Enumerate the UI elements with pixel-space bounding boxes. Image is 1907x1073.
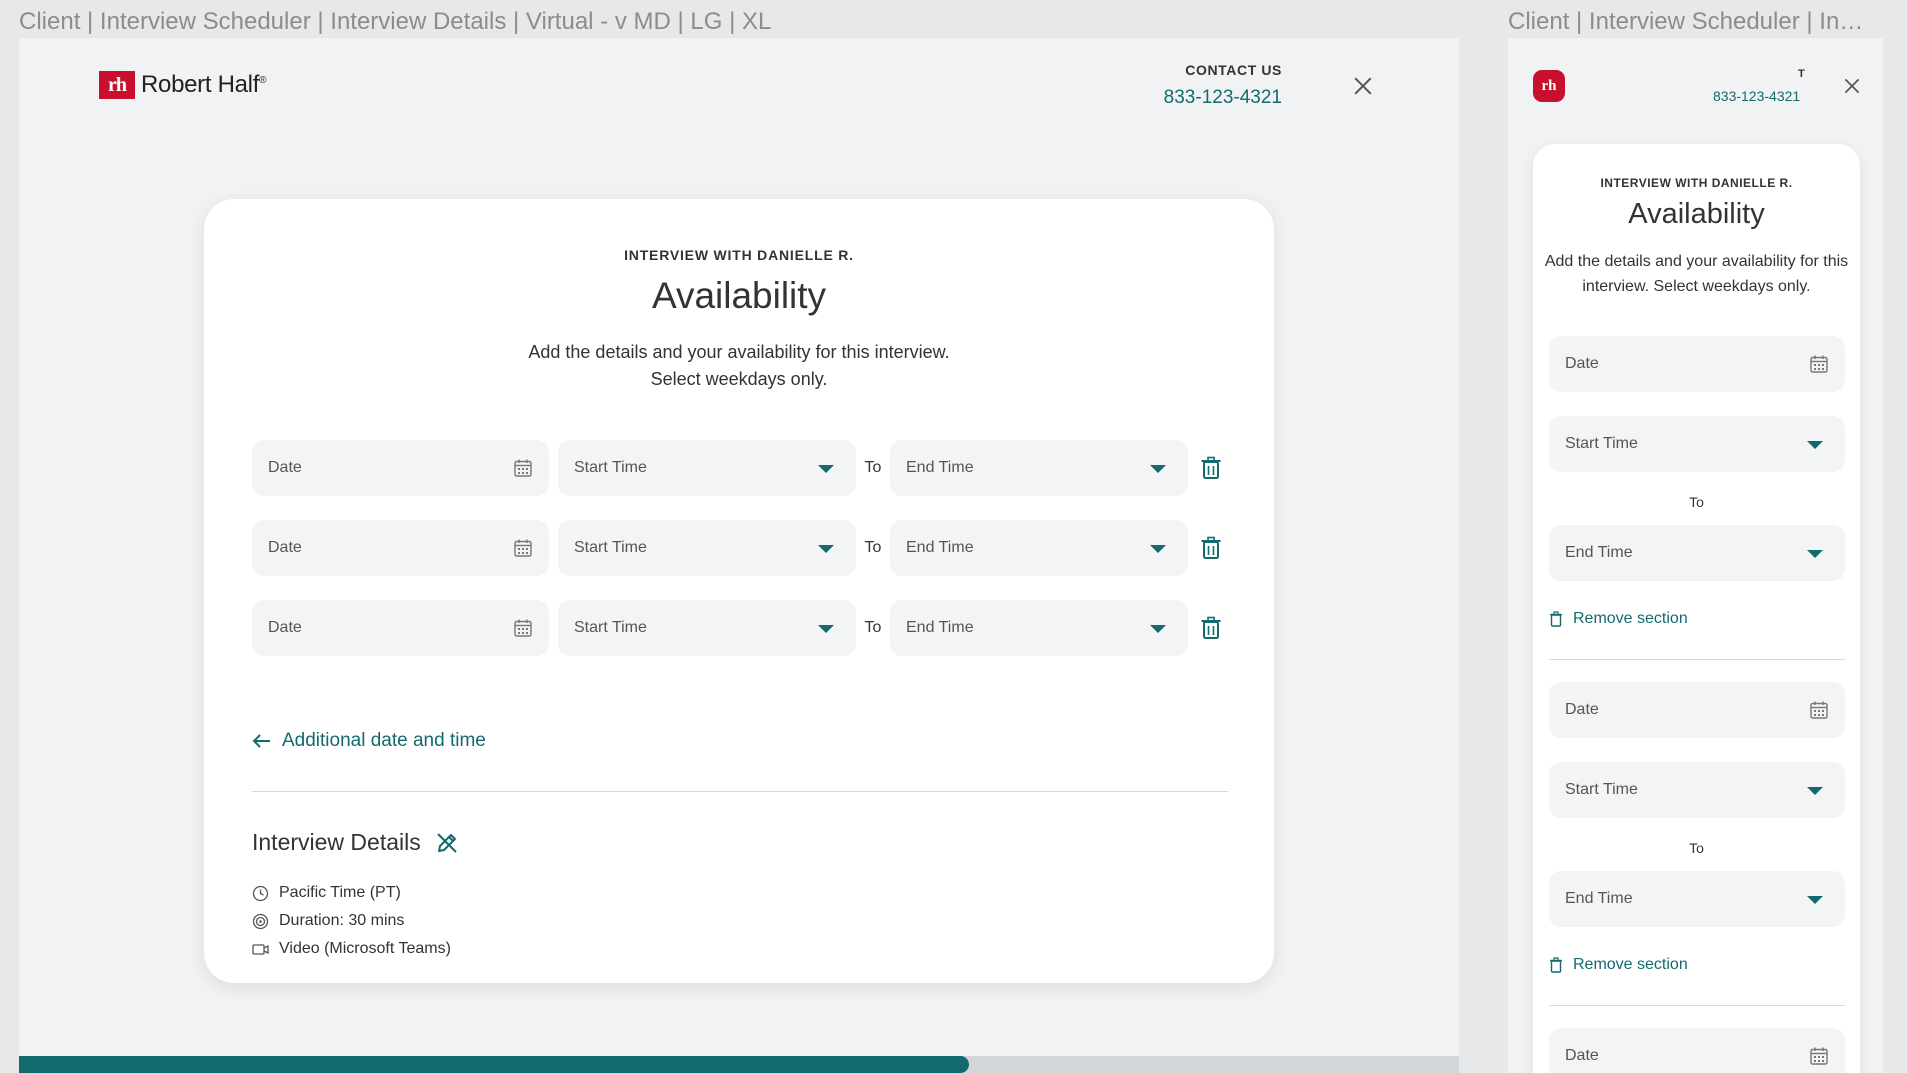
caret-down-icon	[1807, 550, 1823, 558]
contact-label: CONTACT US	[1185, 62, 1282, 78]
remove-section-button[interactable]: Remove section	[1549, 610, 1688, 628]
end-time-select[interactable]: End Time	[1549, 871, 1845, 927]
divider	[1549, 659, 1845, 660]
caret-down-icon	[818, 545, 834, 553]
end-time-select[interactable]: End Time	[890, 440, 1188, 496]
progress-bar	[19, 1056, 1459, 1073]
calendar-icon	[514, 539, 532, 557]
logo-mark: rh	[99, 71, 135, 99]
date-field[interactable]: Date	[1549, 1028, 1845, 1073]
interview-details-list: Pacific Time (PT) Duration: 30 mins Vide…	[252, 879, 451, 963]
clock-icon	[252, 885, 269, 901]
contact-phone-link[interactable]: 833-123-4321	[1713, 88, 1823, 104]
detail-duration: Duration: 30 mins	[252, 907, 451, 935]
contact-phone-link[interactable]: 833-123-4321	[1164, 87, 1282, 109]
start-time-select[interactable]: Start Time	[558, 520, 856, 576]
date-field[interactable]: Date	[1549, 682, 1845, 738]
availability-rows: Date Start Time To End Time Date Start T…	[252, 440, 1222, 680]
trash-icon	[1550, 611, 1562, 627]
availability-card: INTERVIEW WITH DANIELLE R. Availability …	[204, 199, 1274, 983]
caret-down-icon	[1150, 465, 1166, 473]
date-field[interactable]: Date	[1549, 336, 1845, 392]
to-label: To	[1689, 494, 1704, 510]
interview-details-heading: Interview Details	[252, 829, 459, 856]
close-icon[interactable]	[1352, 75, 1374, 97]
caret-down-icon	[1807, 896, 1823, 904]
availability-description: Add the details and your availability fo…	[528, 342, 950, 389]
trash-icon[interactable]	[1200, 456, 1222, 480]
desktop-frame: rh Robert Half® CONTACT US 833-123-4321 …	[19, 38, 1459, 1073]
end-time-select[interactable]: End Time	[1549, 525, 1845, 581]
caret-down-icon	[1150, 625, 1166, 633]
divider	[252, 791, 1228, 792]
to-label: To	[864, 539, 882, 556]
end-time-select[interactable]: End Time	[890, 520, 1188, 576]
robert-half-logo[interactable]: rh Robert Half®	[99, 71, 266, 99]
add-date-time-link[interactable]: Additional date and time	[252, 730, 486, 752]
mobile-frame: rh T 833-123-4321 INTERVIEW WITH DANIELL…	[1508, 38, 1883, 1073]
progress-fill	[19, 1056, 970, 1073]
caret-down-icon	[1807, 787, 1823, 795]
to-label: To	[1689, 840, 1704, 856]
duration-icon	[252, 913, 269, 929]
interview-eyebrow: INTERVIEW WITH DANIELLE R.	[624, 247, 854, 263]
edit-icon[interactable]	[435, 831, 459, 855]
to-label: To	[864, 459, 882, 476]
availability-row: Date Start Time To End Time	[252, 440, 1222, 496]
start-time-select[interactable]: Start Time	[558, 600, 856, 656]
availability-card: INTERVIEW WITH DANIELLE R. Availability …	[1533, 144, 1860, 1073]
contact-label: T	[1798, 68, 1805, 80]
to-label: To	[864, 619, 882, 636]
arrow-left-icon	[252, 734, 270, 748]
calendar-icon	[1810, 701, 1828, 719]
trash-icon[interactable]	[1200, 616, 1222, 640]
contact-block: CONTACT US 833-123-4321	[1164, 62, 1282, 109]
availability-description: Add the details and your availability fo…	[1544, 253, 1849, 295]
remove-section-button[interactable]: Remove section	[1549, 956, 1688, 974]
page-title: Availability	[1628, 198, 1765, 230]
trash-icon	[1550, 957, 1562, 973]
robert-half-logo[interactable]: rh	[1533, 70, 1565, 102]
calendar-icon	[1810, 355, 1828, 373]
calendar-icon	[1810, 1047, 1828, 1065]
frame-label-mobile: Client | Interview Scheduler | Inte...	[1508, 8, 1868, 35]
logo-text: Robert Half®	[141, 71, 267, 98]
start-time-select[interactable]: Start Time	[1549, 762, 1845, 818]
date-field[interactable]: Date	[252, 600, 549, 656]
caret-down-icon	[818, 625, 834, 633]
detail-timezone: Pacific Time (PT)	[252, 879, 451, 907]
divider	[1549, 1005, 1845, 1006]
availability-row: Date Start Time To End Time	[252, 520, 1222, 576]
video-icon	[252, 943, 269, 955]
caret-down-icon	[818, 465, 834, 473]
end-time-select[interactable]: End Time	[890, 600, 1188, 656]
detail-format: Video (Microsoft Teams)	[252, 935, 451, 963]
calendar-icon	[514, 459, 532, 477]
trash-icon[interactable]	[1200, 536, 1222, 560]
interview-eyebrow: INTERVIEW WITH DANIELLE R.	[1600, 176, 1793, 190]
page-title: Availability	[651, 275, 827, 316]
close-icon[interactable]	[1843, 77, 1862, 96]
frame-label-desktop: Client | Interview Scheduler | Interview…	[19, 8, 772, 35]
caret-down-icon	[1150, 545, 1166, 553]
start-time-select[interactable]: Start Time	[1549, 416, 1845, 472]
availability-row: Date Start Time To End Time	[252, 600, 1222, 656]
caret-down-icon	[1807, 441, 1823, 449]
date-field[interactable]: Date	[252, 440, 549, 496]
start-time-select[interactable]: Start Time	[558, 440, 856, 496]
date-field[interactable]: Date	[252, 520, 549, 576]
calendar-icon	[514, 619, 532, 637]
